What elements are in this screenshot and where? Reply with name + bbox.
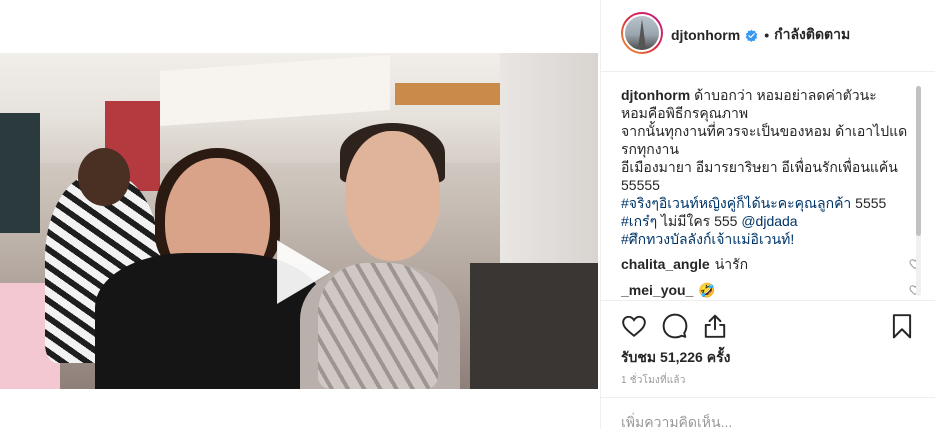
caption-text: ไม่มีใคร 555 (657, 213, 742, 229)
comment-icon[interactable] (662, 313, 688, 339)
caption-text: หอมคือพิธีกรคุณภาพ (621, 105, 749, 121)
video-frame-equipment (470, 263, 598, 389)
video-frame-person-head (345, 131, 440, 261)
post-sidebar: djtonhorm • กำลังติดตาม djtonhorm ด้าบอก… (600, 0, 935, 429)
instagram-post: djtonhorm • กำลังติดตาม djtonhorm ด้าบอก… (0, 0, 935, 429)
comments-list: djtonhorm ด้าบอกว่า หอมอย่าลดค่าตัวนะ หอ… (621, 86, 921, 300)
comment-item: chalita_angle น่ารัก (621, 252, 921, 276)
comment-username[interactable]: _mei_you_ (621, 281, 693, 299)
video-frame-panel (395, 83, 505, 105)
verified-badge-icon (745, 29, 758, 42)
share-icon[interactable] (702, 313, 728, 339)
post-media (0, 0, 600, 429)
caption-text: 5555 (851, 195, 887, 211)
header-separator: • (764, 27, 770, 43)
video-frame-scarf (318, 263, 438, 389)
hashtag-link[interactable]: #เกร๋ๆ (621, 213, 657, 229)
video-frame-shop (0, 113, 40, 233)
mention-link[interactable]: @djdada (741, 213, 797, 229)
heart-icon[interactable] (621, 313, 647, 339)
caption-username[interactable]: djtonhorm (621, 87, 690, 103)
header-username[interactable]: djtonhorm (671, 27, 740, 43)
avatar-image (623, 14, 661, 52)
hashtag-link[interactable]: #จริงๆอิเวนท์หญิงคู่ก็ได้นะคะคุณลูกค้า (621, 195, 851, 211)
post-timestamp[interactable]: 1 ชั่วโมงที่แล้ว (621, 373, 686, 388)
comment-text: น่ารัก (714, 256, 749, 272)
header-user-row: djtonhorm • กำลังติดตาม (671, 25, 850, 45)
caption-text: อีเมืองมายา อีมารยาริษยา อีเพื่อนรักเพื่… (621, 159, 898, 175)
video-player[interactable] (0, 53, 598, 389)
post-header: djtonhorm • กำลังติดตาม (601, 0, 935, 72)
avatar[interactable] (621, 12, 663, 54)
caption-text: ด้าบอกว่า หอมอย่าลดค่าตัวนะ (694, 87, 877, 103)
caption-text: 55555 (621, 177, 660, 193)
caption: djtonhorm ด้าบอกว่า หอมอย่าลดค่าตัวนะ หอ… (621, 86, 921, 248)
video-frame-person-head (78, 148, 130, 206)
comment-item: _mei_you_ 🤣 (621, 278, 921, 300)
bookmark-icon[interactable] (889, 313, 915, 339)
view-count[interactable]: รับชม 51,226 ครั้ง (621, 347, 730, 369)
hashtag-link[interactable]: #ศึกทวงบัลลังก์เจ้าแม่อิเวนท์! (621, 231, 794, 247)
add-comment-input[interactable]: เพิ่มความคิดเห็น... (601, 397, 935, 429)
play-icon[interactable] (271, 236, 335, 308)
comment-text: 🤣 (698, 282, 716, 298)
comment-username[interactable]: chalita_angle (621, 255, 710, 273)
caption-text: จากนั้นทุกงานที่ควรจะเป็นของหอม ด้าเอาไป… (621, 123, 908, 139)
comments-scrollbar[interactable] (916, 86, 921, 296)
following-button[interactable]: กำลังติดตาม (774, 24, 850, 46)
post-actions: รับชม 51,226 ครั้ง 1 ชั่วโมงที่แล้ว เพิ่… (601, 300, 935, 429)
caption-text: รกทุกงาน (621, 141, 679, 157)
